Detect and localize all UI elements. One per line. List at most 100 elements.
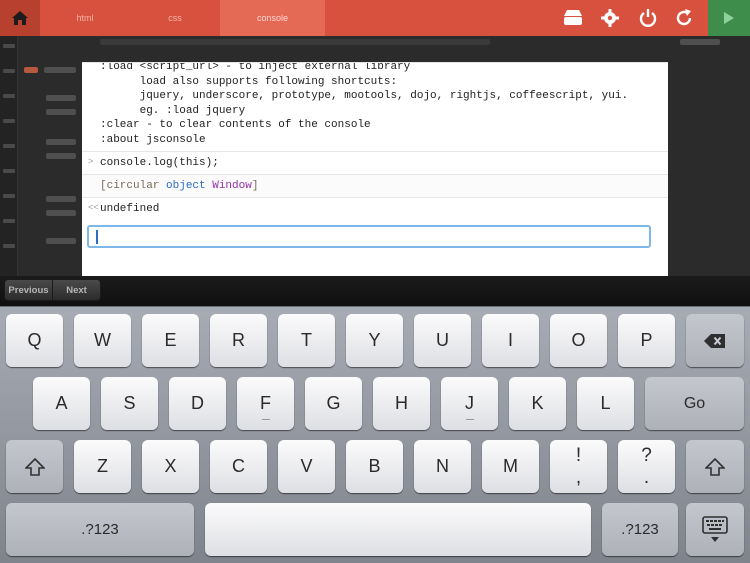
key-question-period[interactable]: ? . bbox=[618, 440, 675, 493]
key-h[interactable]: H bbox=[373, 377, 430, 430]
key-t[interactable]: T bbox=[278, 314, 335, 367]
key-upper: ? bbox=[641, 444, 652, 466]
key-s[interactable]: S bbox=[101, 377, 158, 430]
console-input-entry: > console.log(this); bbox=[82, 151, 668, 174]
key-y[interactable]: Y bbox=[346, 314, 403, 367]
prev-next-control: Previous Next bbox=[4, 279, 101, 301]
key-lower: , bbox=[575, 466, 582, 488]
home-button[interactable] bbox=[0, 0, 40, 36]
run-button[interactable] bbox=[708, 0, 750, 36]
text-caret bbox=[96, 230, 98, 244]
shift-key-right[interactable] bbox=[686, 440, 744, 493]
key-k[interactable]: K bbox=[509, 377, 566, 430]
code-line bbox=[44, 67, 76, 73]
previous-button[interactable]: Previous bbox=[5, 280, 52, 300]
console-help-text: :load <script_url> - to inject external … bbox=[82, 63, 668, 151]
tab-html[interactable]: html bbox=[40, 0, 130, 36]
backspace-icon bbox=[704, 333, 725, 348]
key-b[interactable]: B bbox=[346, 440, 403, 493]
line-number bbox=[3, 144, 15, 148]
key-q[interactable]: Q bbox=[6, 314, 63, 367]
help-line: eg. :load jquery bbox=[100, 104, 246, 117]
code-line bbox=[46, 196, 76, 202]
help-line: :load <script_url> - to inject external … bbox=[100, 63, 411, 73]
power-button[interactable] bbox=[636, 6, 660, 30]
numbers-key-right[interactable]: .?123 bbox=[602, 503, 678, 556]
code-line bbox=[46, 109, 76, 115]
log-output-bracket: ] bbox=[251, 180, 259, 192]
line-number bbox=[3, 94, 15, 98]
result-value: undefined bbox=[100, 203, 160, 215]
code-keyword bbox=[24, 67, 38, 73]
js-console: :load <script_url> - to inject external … bbox=[82, 62, 668, 306]
key-e[interactable]: E bbox=[142, 314, 199, 367]
key-legend: ! , bbox=[576, 445, 581, 489]
shift-icon bbox=[705, 457, 725, 476]
key-f[interactable]: F bbox=[237, 377, 294, 430]
key-exclaim-comma[interactable]: ! , bbox=[550, 440, 607, 493]
key-g[interactable]: G bbox=[305, 377, 362, 430]
key-upper: ! bbox=[575, 444, 582, 466]
code-line bbox=[46, 238, 76, 244]
go-key[interactable]: Go bbox=[645, 377, 744, 430]
backspace-key[interactable] bbox=[686, 314, 744, 367]
key-j[interactable]: J bbox=[441, 377, 498, 430]
key-i[interactable]: I bbox=[482, 314, 539, 367]
line-number bbox=[3, 244, 15, 248]
key-w[interactable]: W bbox=[74, 314, 131, 367]
log-output-text: [circular bbox=[100, 180, 167, 192]
refresh-button[interactable] bbox=[672, 6, 696, 30]
form-accessory-bar: Previous Next bbox=[0, 276, 750, 306]
line-number bbox=[3, 169, 15, 173]
key-a[interactable]: A bbox=[33, 377, 90, 430]
settings-button[interactable] bbox=[598, 6, 622, 30]
key-d[interactable]: D bbox=[169, 377, 226, 430]
tab-css[interactable]: css bbox=[130, 0, 220, 36]
numbers-key-left[interactable]: .?123 bbox=[6, 503, 194, 556]
input-command: console.log(this); bbox=[100, 157, 219, 169]
line-number bbox=[3, 119, 15, 123]
code-line bbox=[46, 139, 76, 145]
hide-keyboard-icon bbox=[702, 515, 728, 542]
log-output-class: Window bbox=[212, 180, 252, 192]
help-line: load also supports following shortcuts: bbox=[100, 75, 398, 88]
result-prompt: << bbox=[88, 203, 99, 213]
help-line: jquery, underscore, prototype, mootools,… bbox=[100, 90, 629, 102]
key-u[interactable]: U bbox=[414, 314, 471, 367]
deploy-button[interactable] bbox=[561, 6, 585, 30]
code-line bbox=[46, 153, 76, 159]
key-lower: . bbox=[643, 466, 650, 488]
run-icon bbox=[724, 12, 734, 24]
key-r[interactable]: R bbox=[210, 314, 267, 367]
code-line bbox=[680, 39, 720, 45]
key-z[interactable]: Z bbox=[74, 440, 131, 493]
console-result-entry: << undefined bbox=[82, 197, 668, 220]
key-x[interactable]: X bbox=[142, 440, 199, 493]
key-n[interactable]: N bbox=[414, 440, 471, 493]
line-number bbox=[3, 44, 15, 48]
on-screen-keyboard: Q W E R T Y U I O P A S D F G H J K L Go… bbox=[0, 306, 750, 563]
tab-console[interactable]: console bbox=[220, 0, 325, 36]
next-button[interactable]: Next bbox=[52, 280, 100, 300]
hide-keyboard-key[interactable] bbox=[686, 503, 744, 556]
input-prompt: > bbox=[88, 157, 94, 167]
shift-icon bbox=[24, 457, 45, 476]
key-p[interactable]: P bbox=[618, 314, 675, 367]
space-bar[interactable] bbox=[205, 503, 591, 556]
key-m[interactable]: M bbox=[482, 440, 539, 493]
help-line: :clear - to clear contents of the consol… bbox=[100, 119, 371, 131]
shift-key-left[interactable] bbox=[6, 440, 63, 493]
key-c[interactable]: C bbox=[210, 440, 267, 493]
line-number bbox=[3, 194, 15, 198]
key-v[interactable]: V bbox=[278, 440, 335, 493]
key-o[interactable]: O bbox=[550, 314, 607, 367]
line-number bbox=[3, 69, 15, 73]
code-line bbox=[46, 95, 76, 101]
console-command-input[interactable] bbox=[87, 225, 651, 248]
app-toolbar: html css console bbox=[0, 0, 750, 36]
key-l[interactable]: L bbox=[577, 377, 634, 430]
code-line bbox=[100, 39, 490, 45]
home-icon bbox=[12, 11, 28, 25]
help-line: :about jsconsole bbox=[100, 133, 206, 146]
settings-icon bbox=[601, 9, 619, 27]
